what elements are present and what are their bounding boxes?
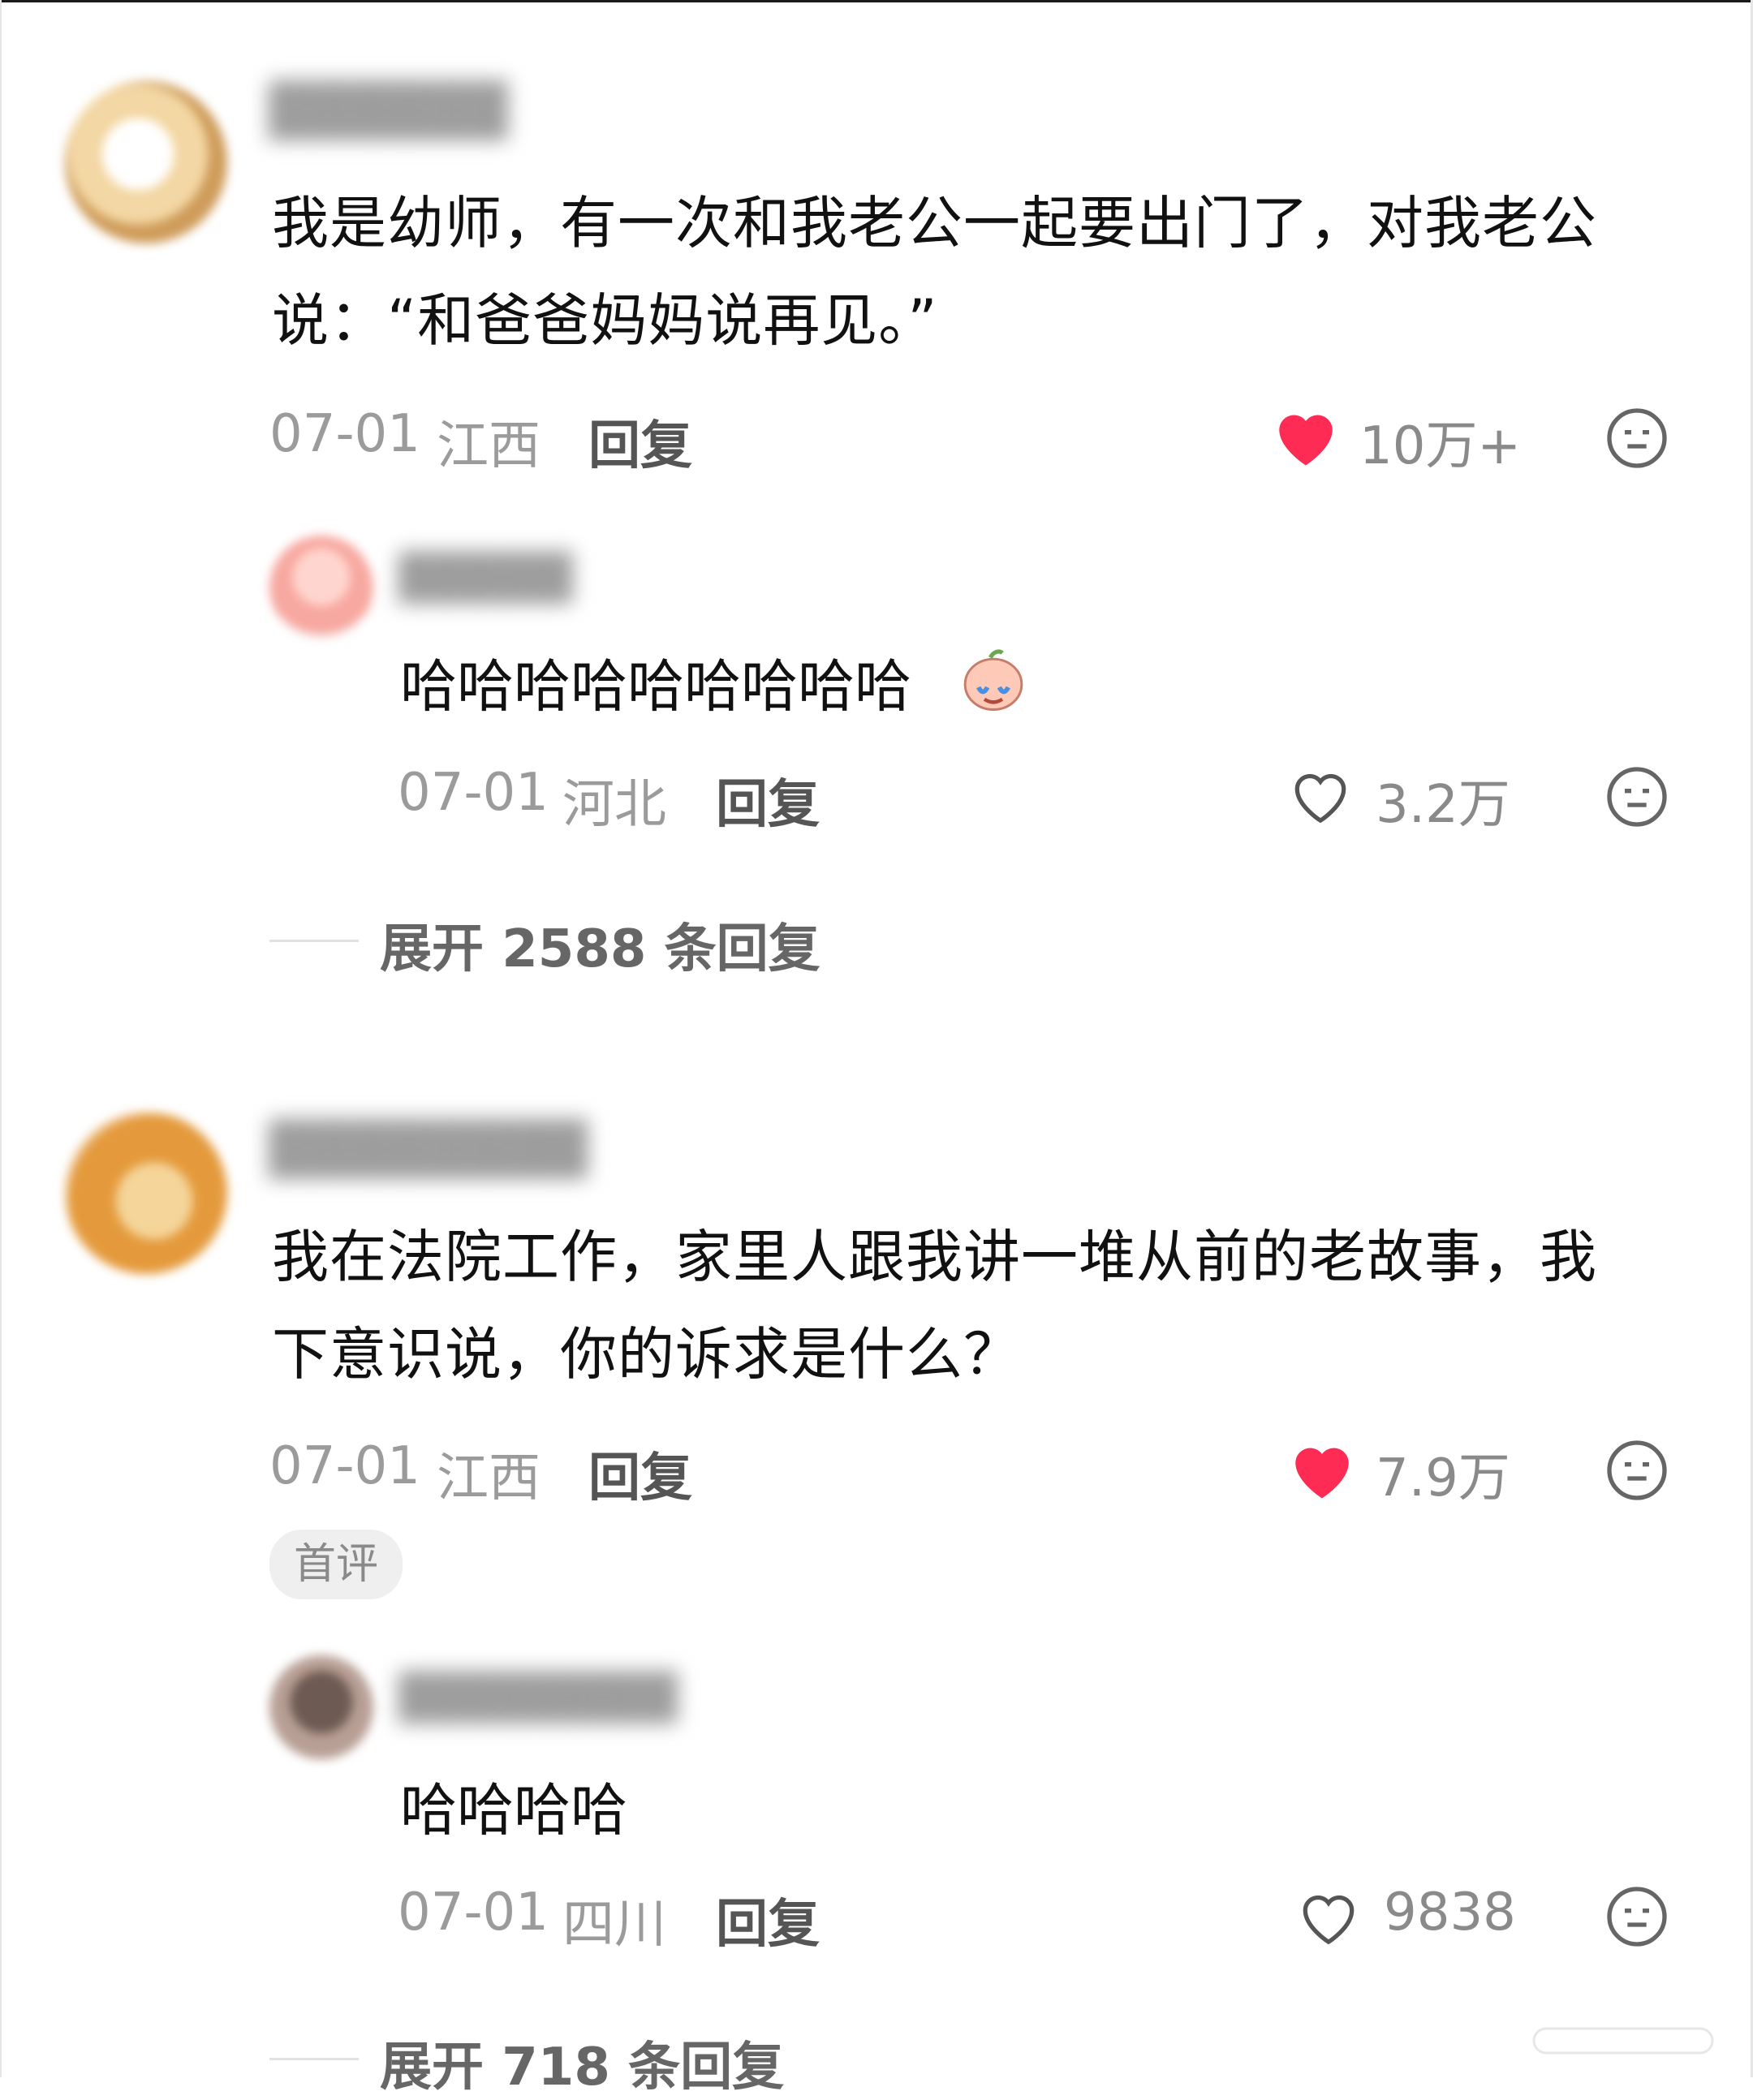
username-blurred[interactable]: ▓▓▓▓▓: [398, 552, 572, 605]
heart-icon[interactable]: [1286, 763, 1355, 826]
comment-location: 江西: [437, 416, 541, 476]
avatar[interactable]: [269, 536, 373, 639]
reply-button[interactable]: 回复: [716, 763, 820, 837]
meh-face-icon[interactable]: [1604, 1884, 1669, 1949]
username-blurred[interactable]: ▓▓▓▓▓▓▓▓: [268, 1120, 588, 1180]
comment-location: 江西: [437, 1448, 541, 1508]
heart-icon[interactable]: [1286, 1436, 1358, 1501]
username-blurred[interactable]: ▓▓▓▓▓▓▓▓: [398, 1672, 678, 1724]
like-count: 10万+: [1359, 416, 1522, 476]
reply-button[interactable]: 回复: [588, 1436, 692, 1511]
reply-location: 四川: [562, 1895, 666, 1955]
top-border: [0, 0, 1753, 2]
reply-date: 07-01: [398, 763, 549, 823]
heart-icon[interactable]: [1270, 403, 1342, 468]
left-border: [0, 0, 2, 2077]
reply-button[interactable]: 回复: [716, 1883, 820, 1957]
crying-laughing-peach-emoji: [958, 643, 1026, 711]
avatar[interactable]: [65, 81, 227, 243]
username-blurred[interactable]: ▓▓▓▓▓▓: [268, 81, 507, 141]
expand-replies-button[interactable]: 展开 2588 条回复: [380, 907, 821, 982]
divider: [269, 2058, 359, 2060]
watermark: [1501, 2017, 1745, 2066]
reply-text: 哈哈哈哈哈哈哈哈哈: [400, 653, 911, 720]
like-count: 7.9万: [1376, 1448, 1510, 1508]
avatar[interactable]: [269, 1655, 373, 1759]
comment-text-line: 下意识说，你的诉求是什么？: [272, 1321, 1021, 1388]
like-count: 9838: [1384, 1883, 1516, 1943]
reply-text: 哈哈哈哈: [400, 1777, 627, 1844]
reply-date: 07-01: [398, 1883, 549, 1943]
first-comment-badge: 首评: [269, 1530, 403, 1599]
divider: [269, 940, 359, 942]
comment-text-line: 我是幼师，有一次和我老公一起要出门了，对我老公: [272, 190, 1597, 256]
meh-face-icon[interactable]: [1604, 764, 1669, 829]
reply-button[interactable]: 回复: [588, 404, 692, 479]
comment-date: 07-01: [269, 1436, 420, 1496]
reply-location: 河北: [562, 775, 666, 835]
avatar[interactable]: [65, 1112, 227, 1274]
heart-icon[interactable]: [1294, 1884, 1363, 1947]
meh-face-icon[interactable]: [1604, 1438, 1669, 1503]
meh-face-icon[interactable]: [1604, 406, 1669, 471]
comment-text-line: 我在法院工作，家里人跟我讲一堆从前的老故事，我: [272, 1224, 1597, 1290]
comment-text-line: 说：“和爸爸妈妈说再见。”: [272, 287, 938, 354]
comment-date: 07-01: [269, 404, 420, 464]
expand-replies-button[interactable]: 展开 718 条回复: [380, 2025, 784, 2100]
like-count: 3.2万: [1376, 775, 1510, 835]
